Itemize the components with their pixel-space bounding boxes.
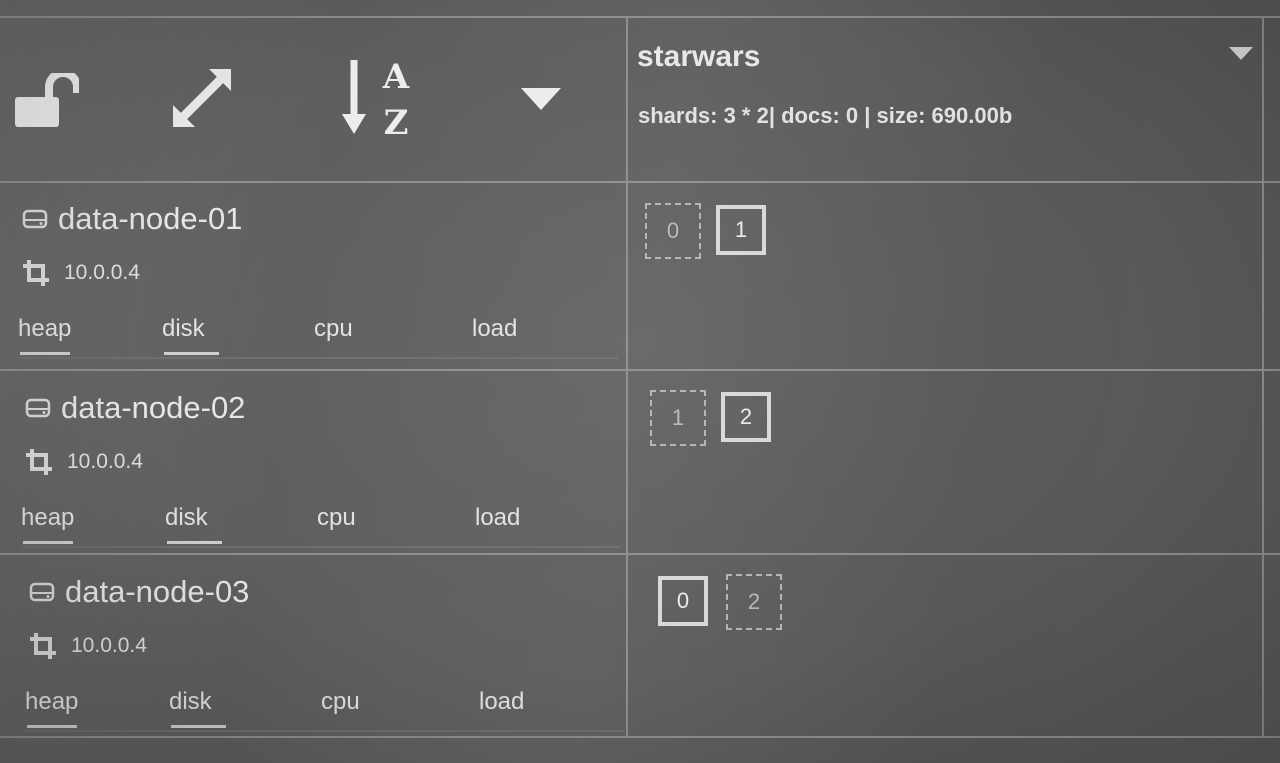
index-stats: shards: 3 * 2| docs: 0 | size: 690.00b (638, 103, 1013, 128)
sort-alpha-icon[interactable]: A Z (340, 56, 414, 138)
metric-disk: disk (162, 315, 205, 342)
metric-heap: heap (21, 504, 75, 531)
node-row: data-node-03 10.0.0.4 heap disk cpu load (0, 570, 630, 740)
unlock-icon[interactable] (12, 72, 80, 130)
metric-load: load (475, 504, 521, 531)
shard-replica[interactable]: 0 (645, 203, 701, 259)
node-ip-label: 10.0.0.4 (64, 261, 140, 284)
shard-primary[interactable]: 2 (721, 392, 771, 442)
divider-top (0, 16, 1280, 18)
metric-bar-disk (164, 352, 219, 355)
svg-text:A: A (382, 57, 410, 97)
metric-cpu: cpu (321, 688, 360, 715)
hard-drive-icon (22, 209, 48, 229)
metric-track (25, 730, 625, 732)
index-name[interactable]: starwars (637, 40, 760, 74)
node-ip: 10.0.0.4 (22, 259, 140, 287)
crop-icon (23, 260, 49, 286)
node-row: data-node-02 10.0.0.4 heap disk cpu load (0, 386, 630, 556)
metric-bar-disk (167, 541, 222, 544)
hard-drive-icon (29, 582, 55, 602)
node-ip: 10.0.0.4 (29, 632, 147, 660)
metric-bar-heap (27, 725, 77, 728)
metric-cpu: cpu (317, 504, 356, 531)
node-ip-label: 10.0.0.4 (71, 634, 147, 657)
shard-replica[interactable]: 2 (726, 574, 782, 630)
node-ip: 10.0.0.4 (25, 448, 143, 476)
cluster-overview: A Z starwars shards: 3 * 2| docs: 0 | si… (0, 0, 1280, 763)
metric-heap: heap (18, 315, 72, 342)
metric-bar-heap (20, 352, 70, 355)
metric-heap: heap (25, 688, 79, 715)
metric-bar-disk (171, 725, 226, 728)
metric-load: load (479, 688, 525, 715)
node-name[interactable]: data-node-01 (22, 201, 242, 237)
metric-track (21, 546, 621, 548)
node-name-label: data-node-02 (61, 390, 246, 425)
metric-track (18, 357, 618, 359)
divider-header (0, 181, 1280, 183)
metric-bar-heap (23, 541, 73, 544)
caret-down-icon[interactable] (518, 84, 564, 114)
divider-right (1262, 16, 1264, 738)
hard-drive-icon (25, 398, 51, 418)
shard-primary[interactable]: 1 (716, 205, 766, 255)
node-name[interactable]: data-node-02 (25, 390, 245, 426)
node-name[interactable]: data-node-03 (29, 574, 249, 610)
svg-text:Z: Z (384, 103, 409, 138)
crop-icon (30, 633, 56, 659)
metric-disk: disk (165, 504, 208, 531)
shard-replica[interactable]: 1 (650, 390, 706, 446)
index-menu-caret-icon[interactable] (1228, 46, 1254, 67)
crop-icon (26, 449, 52, 475)
divider-row1 (0, 369, 1280, 371)
metric-disk: disk (169, 688, 212, 715)
node-ip-label: 10.0.0.4 (67, 450, 143, 473)
node-name-label: data-node-01 (58, 201, 243, 236)
metric-load: load (472, 315, 518, 342)
metric-cpu: cpu (314, 315, 353, 342)
node-row: data-node-01 10.0.0.4 heap disk cpu load (0, 197, 630, 367)
shard-primary[interactable]: 0 (658, 576, 708, 626)
expand-icon[interactable] (168, 64, 236, 132)
node-name-label: data-node-03 (65, 574, 250, 609)
